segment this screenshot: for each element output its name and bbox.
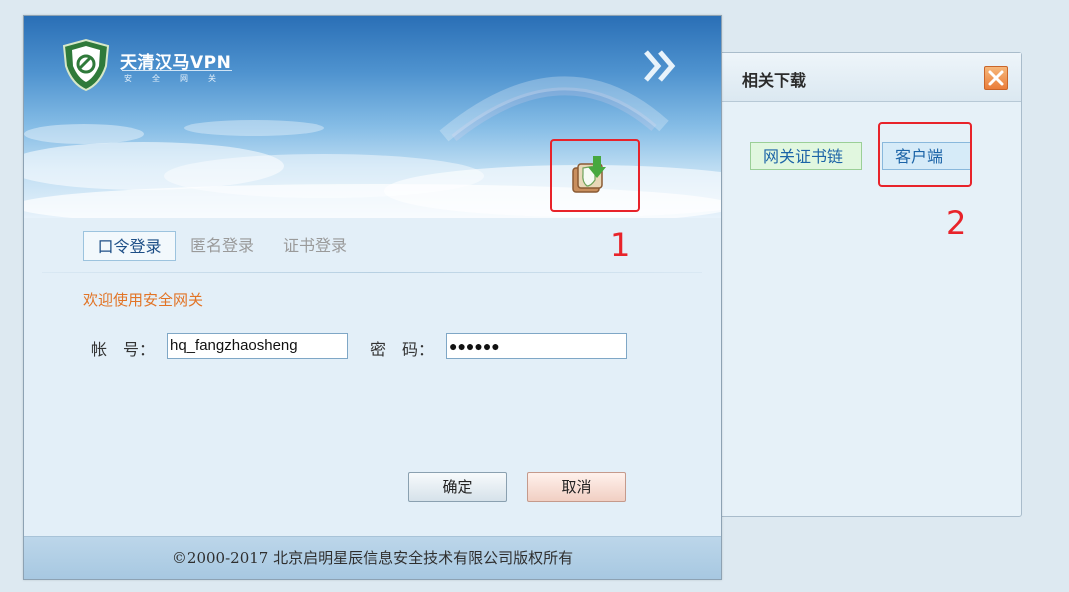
annotation-number-1: 1 (610, 226, 631, 264)
login-window: 天清汉马VPN 安全网关 口令登录 匿名登录 证书登录 欢迎使用安全网关 帐 号… (23, 15, 722, 580)
tab-certificate-login[interactable]: 证书登录 (283, 231, 347, 261)
download-panel-header: 相关下载 (716, 53, 1021, 102)
password-input[interactable]: ●●●●●● (446, 333, 627, 359)
tab-divider (42, 272, 702, 273)
copyright-footer: ©2000-2017 北京启明星辰信息安全技术有限公司版权所有 (24, 536, 721, 579)
password-label: 密 码： (370, 340, 435, 359)
close-icon[interactable] (984, 66, 1008, 90)
logo-underline (122, 70, 232, 71)
tab-anonymous-login[interactable]: 匿名登录 (190, 231, 254, 261)
download-panel: 相关下载 网关证书链 客户端 (715, 52, 1022, 517)
ok-button[interactable]: 确定 (408, 472, 507, 502)
annotation-box-1 (550, 139, 640, 212)
cert-chain-download-button[interactable]: 网关证书链 (750, 142, 862, 170)
account-label: 帐 号： (91, 340, 156, 359)
tab-password-login[interactable]: 口令登录 (83, 231, 176, 261)
account-input[interactable]: hq_fangzhaosheng (167, 333, 348, 359)
cancel-button[interactable]: 取消 (527, 472, 626, 502)
annotation-box-2 (878, 122, 972, 187)
logo-subtitle: 安全网关 (124, 74, 236, 83)
download-panel-title: 相关下载 (742, 71, 807, 90)
welcome-text: 欢迎使用安全网关 (83, 291, 204, 309)
annotation-number-2: 2 (946, 204, 967, 242)
